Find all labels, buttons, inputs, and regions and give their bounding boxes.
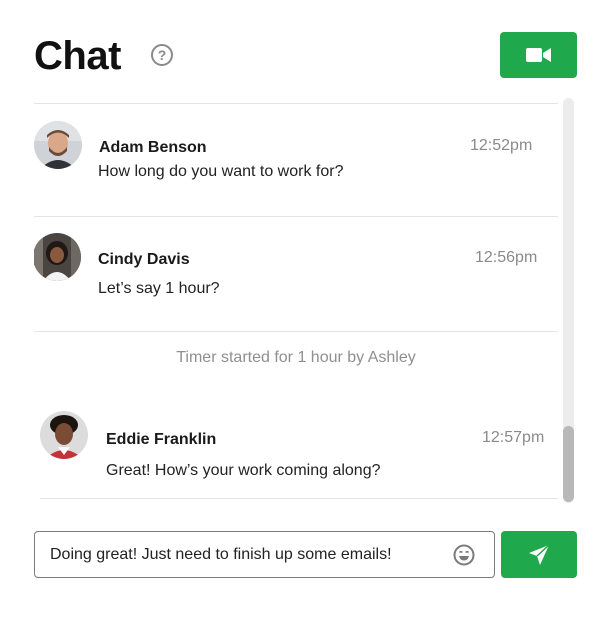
divider bbox=[40, 498, 558, 499]
sender-name: Eddie Franklin bbox=[106, 431, 217, 448]
avatar bbox=[34, 121, 82, 169]
avatar bbox=[34, 233, 81, 281]
sender-name: Adam Benson bbox=[99, 139, 207, 156]
video-call-button[interactable] bbox=[500, 32, 577, 78]
list-item: Cindy Davis 12:56pm Let’s say 1 hour? bbox=[34, 227, 554, 337]
list-item: Eddie Franklin 12:57pm Great! How’s your… bbox=[34, 401, 554, 503]
video-camera-icon bbox=[526, 48, 551, 62]
message-list[interactable]: Adam Benson 12:52pm How long do you want… bbox=[34, 103, 574, 503]
help-icon[interactable]: ? bbox=[151, 44, 173, 66]
page-title: Chat bbox=[34, 34, 121, 78]
divider bbox=[34, 331, 558, 332]
divider bbox=[34, 216, 558, 217]
system-message: Timer started for 1 hour by Ashley bbox=[176, 349, 416, 366]
scrollbar[interactable] bbox=[563, 98, 574, 503]
send-icon bbox=[529, 544, 550, 565]
message-text: Great! How’s your work coming along? bbox=[106, 462, 381, 479]
message-text: How long do you want to work for? bbox=[98, 163, 344, 180]
message-time: 12:56pm bbox=[475, 249, 538, 266]
message-input-field[interactable]: Doing great! Just need to finish up some… bbox=[34, 531, 495, 578]
chat-header: Chat ? bbox=[34, 30, 577, 82]
scrollbar-thumb[interactable] bbox=[563, 426, 574, 502]
message-time: 12:52pm bbox=[470, 137, 533, 154]
divider bbox=[34, 103, 558, 104]
avatar bbox=[40, 411, 88, 459]
message-time: 12:57pm bbox=[482, 429, 545, 446]
emoji-icon[interactable] bbox=[453, 544, 475, 566]
message-input[interactable]: Doing great! Just need to finish up some… bbox=[50, 546, 392, 564]
send-button[interactable] bbox=[501, 531, 577, 578]
list-item: Adam Benson 12:52pm How long do you want… bbox=[34, 117, 554, 227]
sender-name: Cindy Davis bbox=[98, 251, 190, 268]
message-text: Let’s say 1 hour? bbox=[98, 280, 220, 297]
